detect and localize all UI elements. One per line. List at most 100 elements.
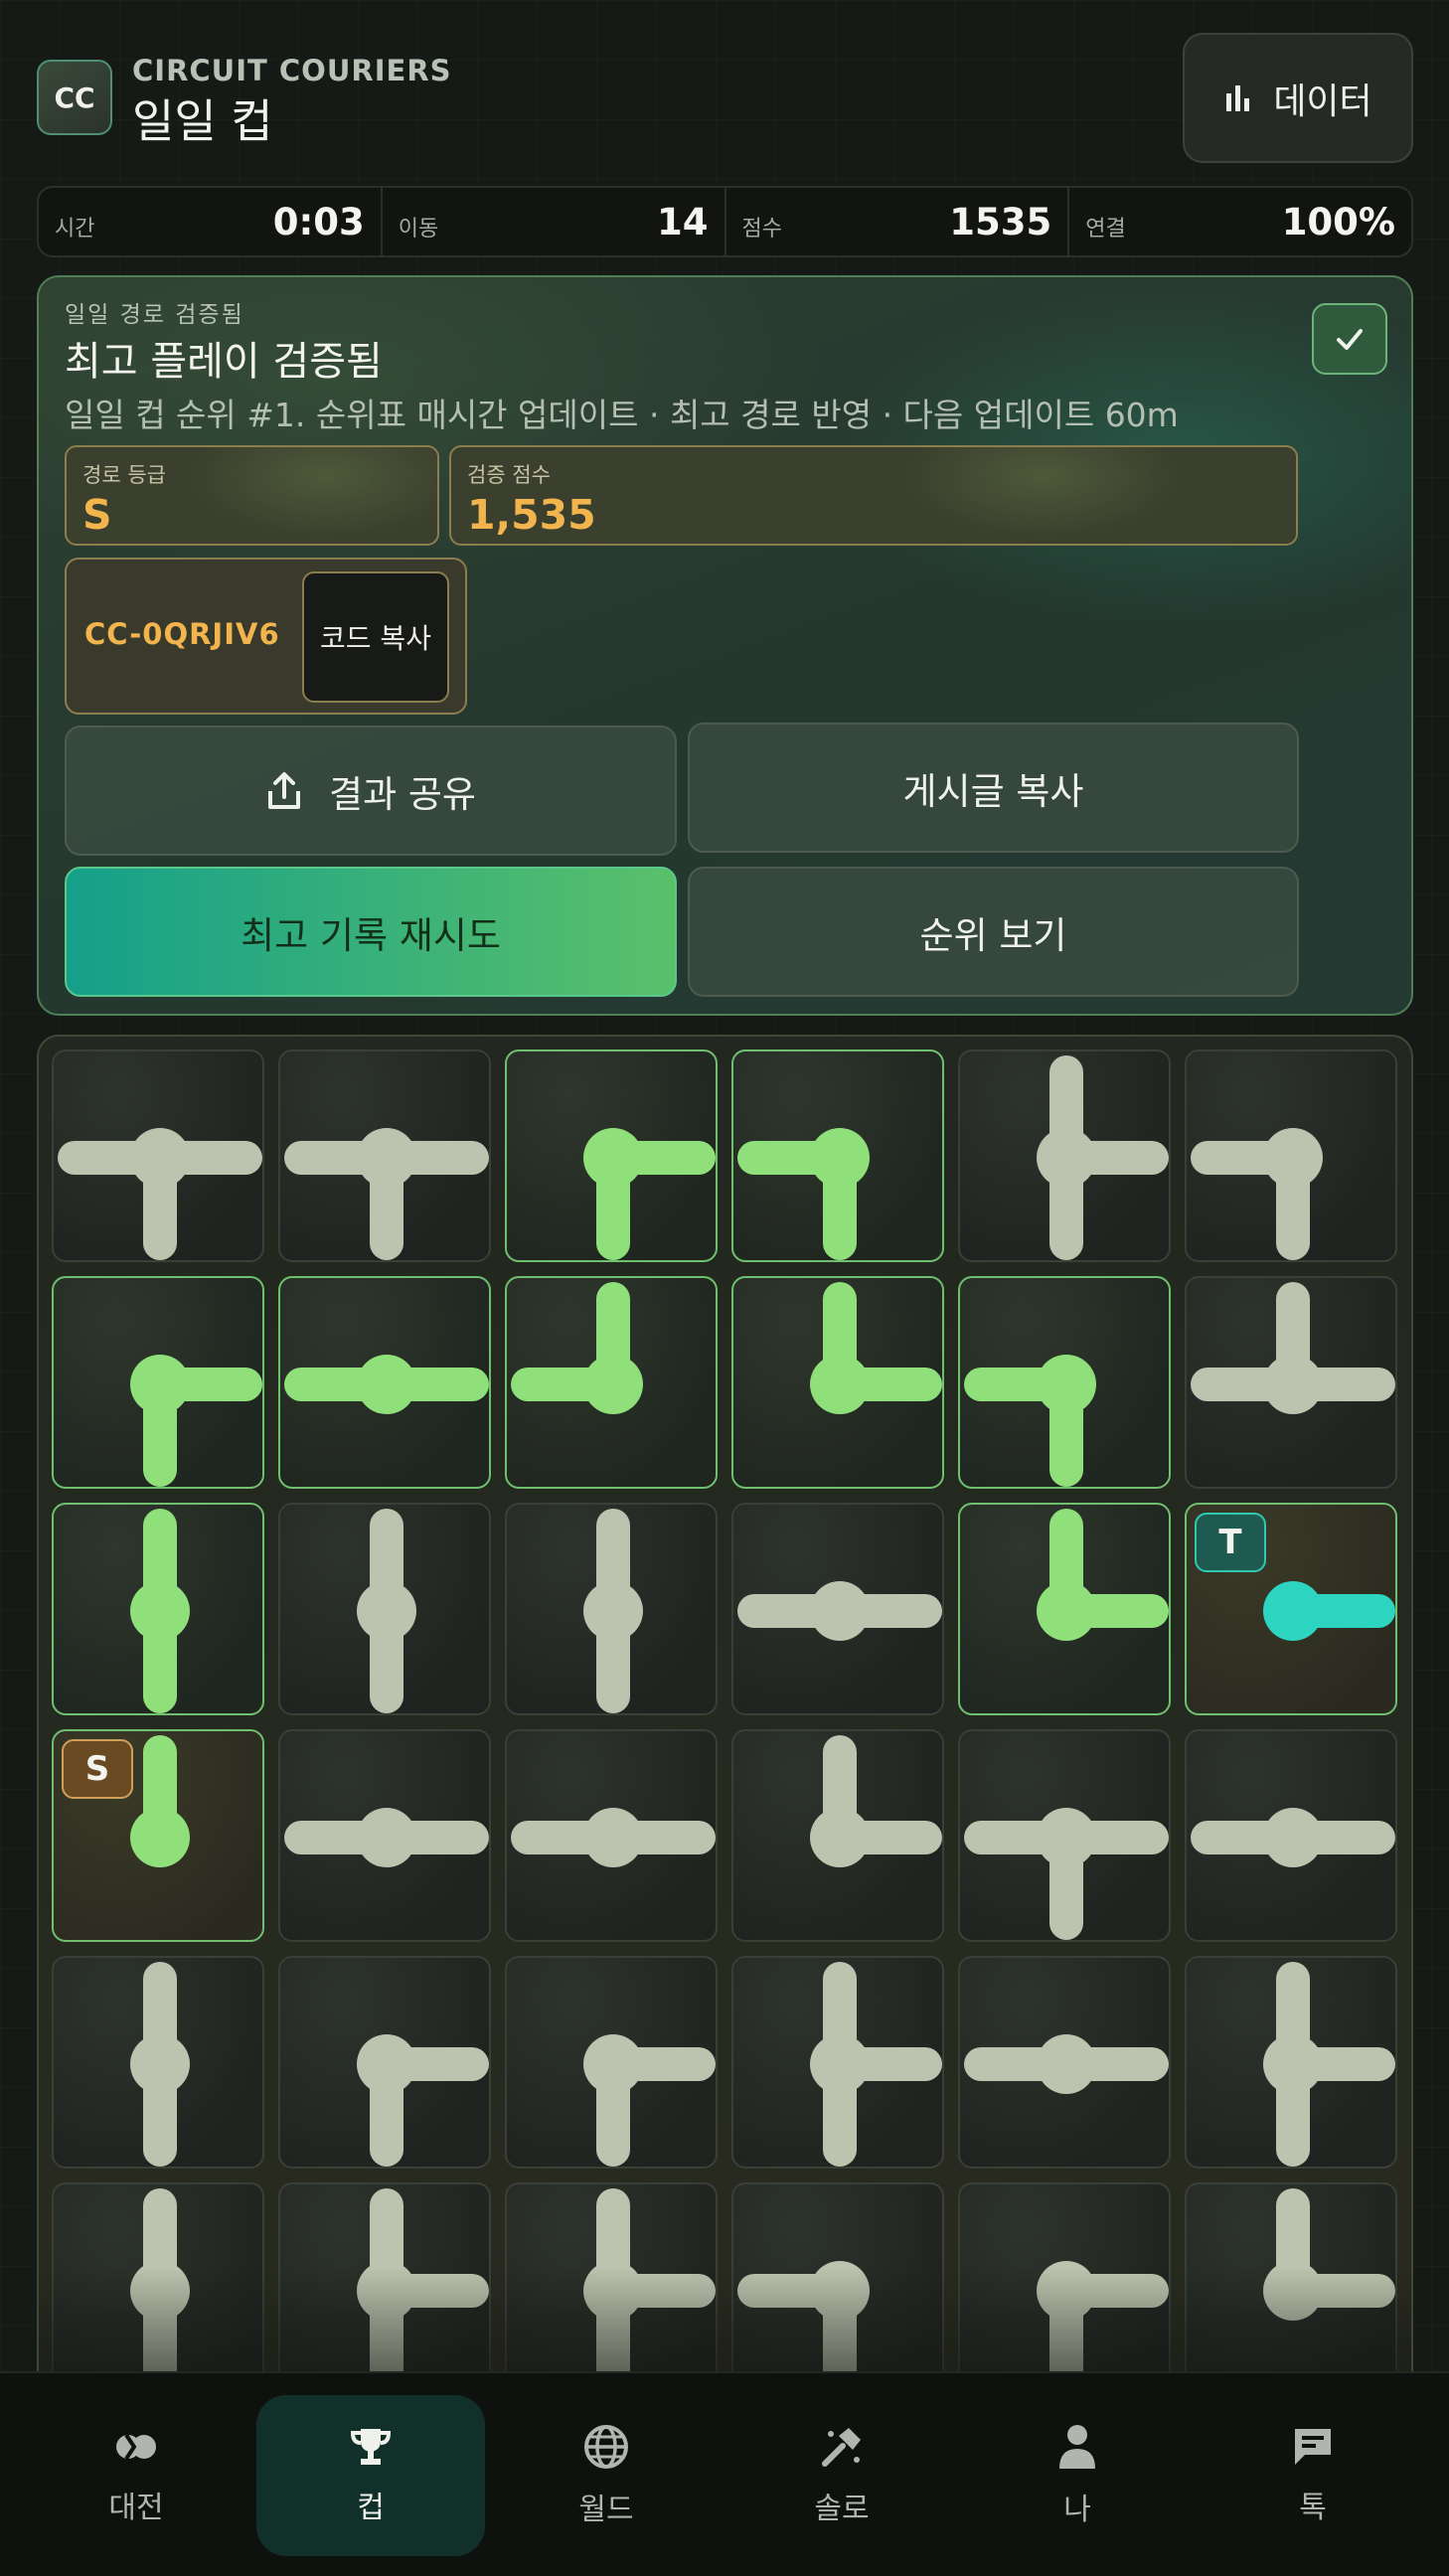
share-result-button[interactable]: 결과 공유 bbox=[65, 725, 677, 856]
retry-best-button[interactable]: 최고 기록 재시도 bbox=[65, 867, 677, 997]
person-icon bbox=[1059, 2425, 1095, 2469]
pipe-tile[interactable] bbox=[278, 1503, 491, 1715]
copy-post-label: 게시글 복사 bbox=[902, 769, 1084, 813]
copy-post-button[interactable]: 게시글 복사 bbox=[688, 723, 1299, 853]
bottom-nav: 대전 컵 월드 솔로 나 톡 bbox=[0, 2371, 1449, 2576]
pipe-icon bbox=[130, 2188, 190, 2393]
pipe-hub bbox=[810, 1355, 870, 1414]
nav-cup[interactable]: 컵 bbox=[256, 2395, 485, 2556]
stat-moves: 이동 14 bbox=[383, 188, 726, 255]
brand-name: CIRCUIT COURIERS bbox=[132, 54, 452, 87]
nav-label: 대전 bbox=[108, 2491, 164, 2525]
nav-label: 월드 bbox=[578, 2493, 634, 2527]
pipe-tile[interactable] bbox=[1185, 1276, 1397, 1489]
view-leaderboard-button[interactable]: 순위 보기 bbox=[688, 867, 1299, 997]
pipe-icon bbox=[583, 2188, 716, 2393]
pipe-hub bbox=[357, 1808, 416, 1867]
pipe-tile[interactable] bbox=[278, 1276, 491, 1489]
pipe-tile[interactable] bbox=[1185, 1956, 1397, 2169]
nav-label: 솔로 bbox=[814, 2492, 870, 2526]
target-badge: T bbox=[1195, 1513, 1266, 1572]
pipe-tile[interactable] bbox=[731, 2182, 944, 2395]
pipe-tile[interactable] bbox=[1185, 2182, 1397, 2395]
nav-talk[interactable]: 톡 bbox=[1199, 2395, 1427, 2556]
pipe-tile[interactable] bbox=[958, 1729, 1171, 1942]
nav-world[interactable]: 월드 bbox=[492, 2395, 721, 2556]
stat-value: 14 bbox=[657, 200, 709, 243]
nav-versus[interactable]: 대전 bbox=[22, 2395, 250, 2556]
pipe-hub bbox=[357, 2034, 416, 2094]
pipe-hub bbox=[130, 1808, 190, 1867]
pipe-icon bbox=[1191, 1808, 1395, 1867]
pipe-tile[interactable] bbox=[505, 2182, 718, 2395]
grade-value: S bbox=[82, 491, 112, 539]
pipe-hub bbox=[1263, 1581, 1323, 1641]
pipe-tile[interactable] bbox=[1185, 1049, 1397, 1262]
nav-solo[interactable]: 솔로 bbox=[727, 2395, 956, 2556]
target-tile[interactable]: T bbox=[1185, 1503, 1397, 1715]
pipe-hub bbox=[1263, 2034, 1323, 2094]
pipe-icon bbox=[130, 1355, 262, 1487]
nav-label: 나 bbox=[1063, 2493, 1091, 2527]
pipe-tile[interactable] bbox=[731, 1729, 944, 1942]
pipe-hub bbox=[1037, 1355, 1096, 1414]
pipe-hub bbox=[810, 1581, 870, 1641]
pipe-tile[interactable] bbox=[52, 1956, 264, 2169]
pipe-tile[interactable] bbox=[1185, 1729, 1397, 1942]
stat-connection: 연결 100% bbox=[1069, 188, 1411, 255]
pipe-tile[interactable] bbox=[505, 1956, 718, 2169]
pipe-tile[interactable] bbox=[278, 2182, 491, 2395]
route-code-panel: CC-0QRJIV6 코드 복사 bbox=[65, 558, 467, 715]
pipe-tile[interactable] bbox=[278, 1956, 491, 2169]
stat-label: 이동 bbox=[398, 217, 439, 242]
score-label: 검증 점수 bbox=[467, 463, 551, 487]
pipe-tile[interactable] bbox=[505, 1049, 718, 1262]
pipe-tile[interactable] bbox=[958, 1956, 1171, 2169]
pipe-icon bbox=[1191, 1282, 1395, 1414]
pipe-hub bbox=[357, 1355, 416, 1414]
retry-label: 최고 기록 재시도 bbox=[241, 913, 501, 957]
pipe-icon bbox=[357, 1509, 416, 1713]
score-value: 1,535 bbox=[467, 491, 596, 539]
nav-me[interactable]: 나 bbox=[963, 2395, 1192, 2556]
pipe-tile[interactable] bbox=[52, 2182, 264, 2395]
data-button[interactable]: 데이터 bbox=[1183, 33, 1413, 163]
pipe-tile[interactable] bbox=[958, 1049, 1171, 1262]
verified-check-icon bbox=[1312, 303, 1387, 375]
pipe-icon bbox=[583, 1509, 643, 1713]
grade-panel: 경로 등급 S bbox=[65, 445, 439, 546]
pipe-hub bbox=[130, 1128, 190, 1188]
start-tile[interactable]: S bbox=[52, 1729, 264, 1942]
pipe-icon bbox=[964, 1808, 1169, 1940]
globe-icon bbox=[584, 2425, 628, 2469]
pipe-tile[interactable] bbox=[52, 1049, 264, 1262]
pipe-tile[interactable] bbox=[731, 1049, 944, 1262]
pipe-icon bbox=[964, 1355, 1096, 1487]
pipe-tile[interactable] bbox=[731, 1503, 944, 1715]
pipe-tile[interactable] bbox=[505, 1503, 718, 1715]
pipe-tile[interactable] bbox=[731, 1276, 944, 1489]
pipe-tile[interactable] bbox=[505, 1729, 718, 1942]
pipe-icon bbox=[511, 1282, 643, 1414]
pipe-hub bbox=[1037, 1808, 1096, 1867]
pipe-tile[interactable] bbox=[278, 1049, 491, 1262]
pipe-tile[interactable] bbox=[958, 1503, 1171, 1715]
copy-code-button[interactable]: 코드 복사 bbox=[302, 571, 449, 703]
app-header: CC CIRCUIT COURIERS 일일 컵 데이터 bbox=[37, 30, 1413, 163]
pipe-tile[interactable] bbox=[278, 1729, 491, 1942]
pipe-hub bbox=[583, 1355, 643, 1414]
pipe-tile[interactable] bbox=[731, 1956, 944, 2169]
pipe-icon bbox=[737, 1128, 870, 1260]
pipe-icon bbox=[583, 1128, 716, 1260]
pipe-tile[interactable] bbox=[958, 2182, 1171, 2395]
pipe-tile[interactable] bbox=[958, 1276, 1171, 1489]
pipe-hub bbox=[583, 2034, 643, 2094]
pipe-icon bbox=[284, 1808, 489, 1867]
pipe-hub bbox=[1263, 1128, 1323, 1188]
pipe-tile[interactable] bbox=[505, 1276, 718, 1489]
pipe-tile[interactable] bbox=[52, 1503, 264, 1715]
pipe-icon bbox=[511, 1808, 716, 1867]
leaderboard-label: 순위 보기 bbox=[919, 913, 1067, 957]
pipe-tile[interactable] bbox=[52, 1276, 264, 1489]
stat-label: 점수 bbox=[741, 217, 782, 242]
